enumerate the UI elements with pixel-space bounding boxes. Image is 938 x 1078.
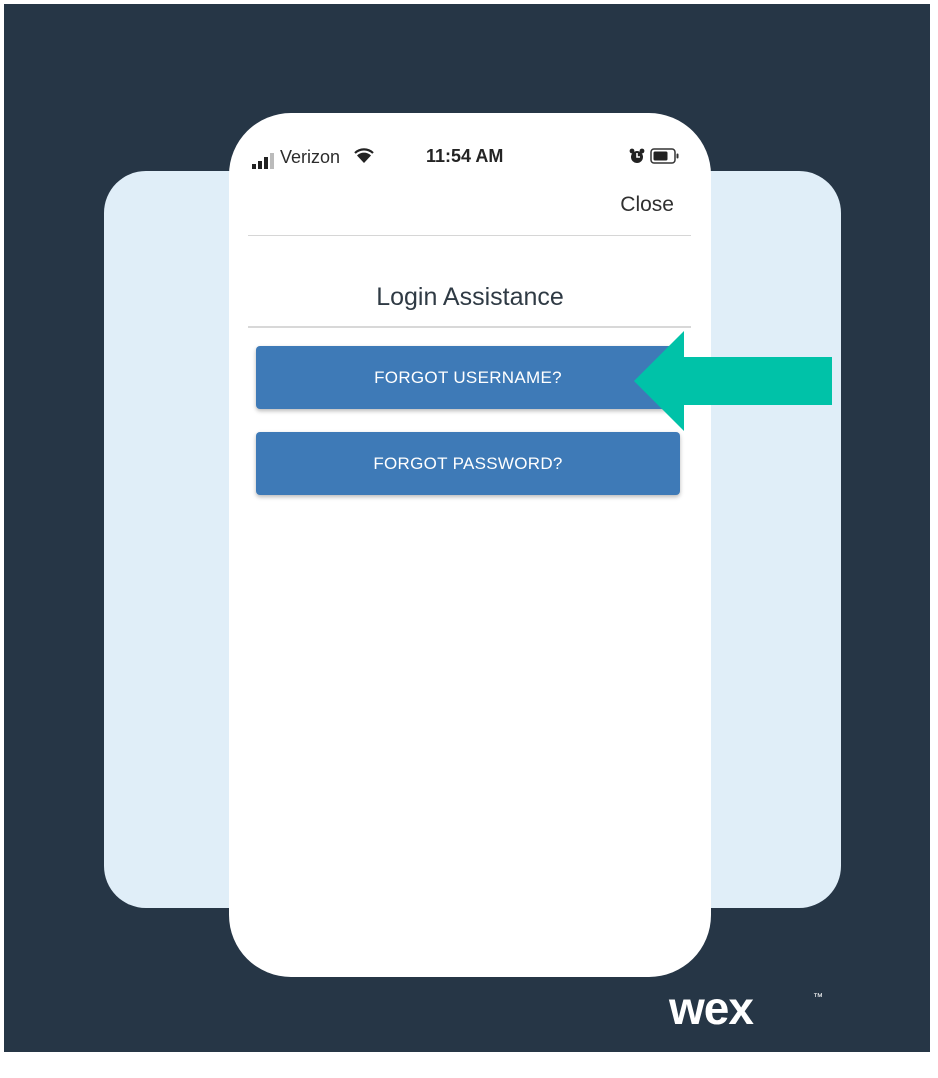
alarm-icon xyxy=(629,148,645,163)
close-button[interactable]: Close xyxy=(620,193,674,217)
forgot-password-button[interactable]: FORGOT PASSWORD? xyxy=(256,432,680,495)
page-title: Login Assistance xyxy=(376,283,564,311)
status-time: 11:54 AM xyxy=(426,146,504,166)
title-divider xyxy=(248,326,691,328)
wex-logo: wex ™ xyxy=(668,988,823,1030)
pointer-arrow-icon xyxy=(634,331,832,431)
trademark-mark: ™ xyxy=(813,992,823,1003)
slide-background: Verizon 11:54 AM Close Login Assistance … xyxy=(4,4,930,1052)
wifi-icon xyxy=(354,148,374,163)
phone-screen: Verizon 11:54 AM Close Login Assistance … xyxy=(229,113,711,977)
carrier-name: Verizon xyxy=(280,147,341,167)
logo-text: wex xyxy=(668,988,754,1030)
status-bar: Verizon 11:54 AM xyxy=(251,141,689,171)
forgot-username-button[interactable]: FORGOT USERNAME? xyxy=(256,346,680,409)
signal-bars-icon xyxy=(252,153,274,169)
header-divider xyxy=(248,235,691,236)
battery-icon xyxy=(650,148,679,164)
